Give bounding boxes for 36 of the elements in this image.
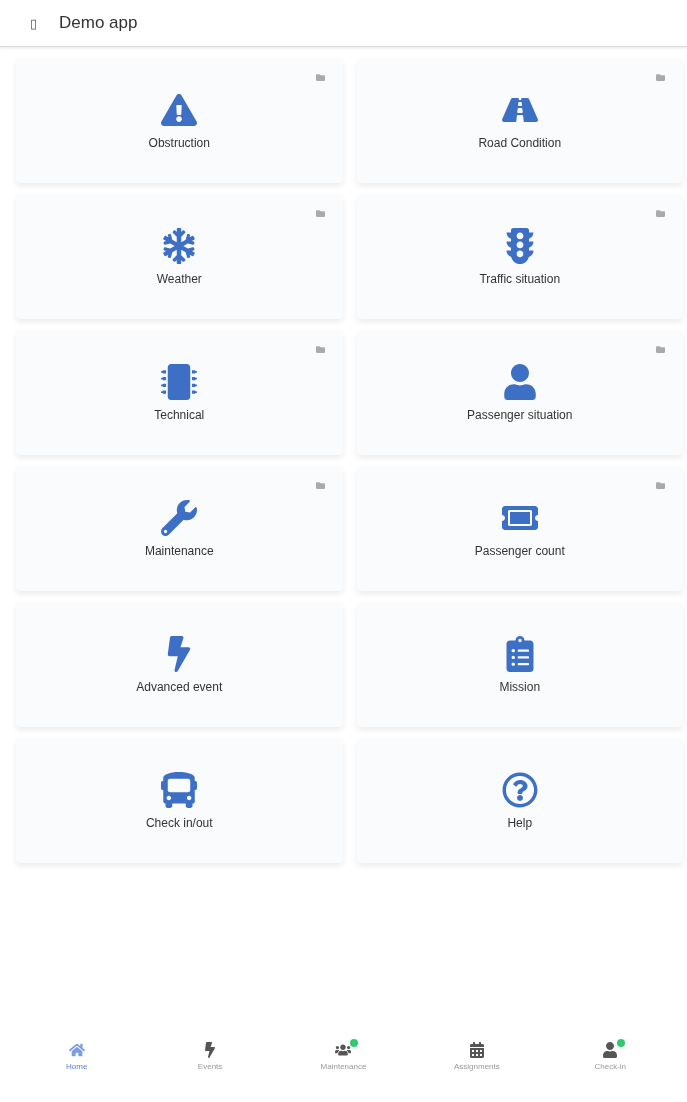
category-tile[interactable]: Road Condition [356,59,683,183]
person-icon [501,364,538,400]
category-tile[interactable]: Check in/out [16,739,343,863]
snowflake-icon [161,228,198,264]
tile-label: Passenger situation [467,408,573,422]
tile-label: Mission [499,680,541,694]
category-tile[interactable]: Obstruction [16,59,343,183]
help-icon [501,772,538,808]
tile-label: Advanced event [136,680,223,694]
tile-label: Obstruction [148,136,210,150]
tile-label: Technical [154,408,205,422]
tile-label: Help [507,816,533,830]
warning-icon [161,92,198,128]
category-tile[interactable]: Help [356,739,683,863]
home-icon [68,1042,85,1058]
category-tile[interactable]: Passenger count [356,467,683,591]
tile-label: Traffic situation [479,272,561,286]
tile-label: Weather [156,272,202,286]
category-tile[interactable]: Advanced event [16,603,343,727]
category-tile[interactable]: Traffic situation [356,195,683,319]
tab-item[interactable]: Home [26,1042,127,1098]
category-tile[interactable]: Weather [16,195,343,319]
category-tile[interactable]: Technical [16,331,343,455]
bus-icon [161,772,198,808]
tile-label: Maintenance [144,544,214,558]
app-title: Demo app [59,13,138,33]
chip-icon [161,364,198,400]
tile-label: Passenger count [474,544,565,558]
wrench-icon [161,500,198,536]
calendar-icon [468,1042,485,1058]
tile-label: Road Condition [478,136,562,150]
menu-glyph[interactable]: ▯ [30,15,37,31]
category-tile[interactable]: Mission [356,603,683,727]
category-tile[interactable]: Maintenance [16,467,343,591]
tile-label: Check in/out [145,816,213,830]
category-tile[interactable]: Passenger situation [356,331,683,455]
